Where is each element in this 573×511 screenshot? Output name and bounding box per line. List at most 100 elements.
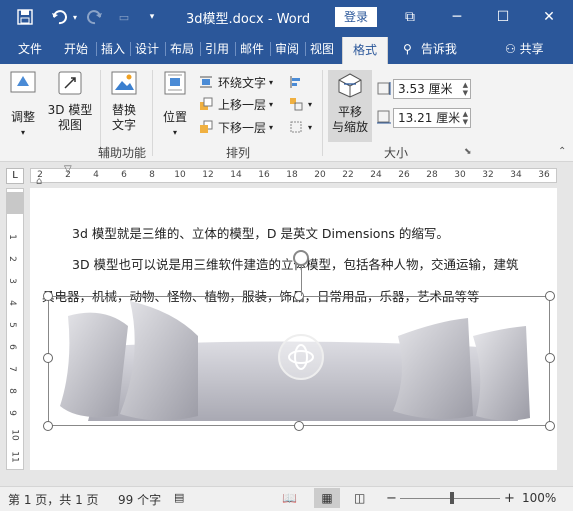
close-button[interactable]: ✕ — [538, 6, 560, 28]
resize-handle[interactable] — [43, 291, 53, 301]
tab-view[interactable]: 视图 — [305, 34, 338, 64]
title-separator: - — [267, 12, 273, 27]
resize-handle[interactable] — [43, 421, 53, 431]
vertical-ruler-number: 6 — [6, 344, 17, 350]
adjust-button[interactable]: 调整 ▾ — [6, 70, 40, 140]
tab-mailings[interactable]: 邮件 — [235, 34, 268, 64]
position-icon — [164, 71, 186, 95]
ruler-number: 22 — [342, 170, 354, 180]
touch-mode-icon[interactable]: ▭ — [114, 7, 134, 27]
zoom-in-button[interactable]: + — [504, 491, 515, 506]
ribbon-display-options-icon[interactable]: ⧉ — [399, 6, 421, 28]
resize-handle[interactable] — [545, 353, 555, 363]
vertical-ruler-number: 8 — [6, 388, 17, 394]
login-button[interactable]: 登录 — [335, 7, 377, 27]
ribbon-format: 调整 ▾ 3D 模型 视图 替换 文字 辅助功能 位置 ▾ 环绕文字 ▾ 上移一… — [0, 64, 573, 162]
wrap-text-label: 环绕文字 — [218, 75, 267, 90]
tab-file[interactable]: 文件 — [8, 34, 52, 64]
read-mode-icon[interactable]: 📖 — [282, 491, 297, 505]
resize-handle[interactable] — [294, 421, 304, 431]
tab-layout[interactable]: 布局 — [165, 34, 198, 64]
resize-handle[interactable] — [43, 353, 53, 363]
paragraph-1[interactable]: 3d 模型就是三维的、立体的模型，D 是英文 Dimensions 的缩写。 — [72, 223, 449, 242]
position-button[interactable]: 位置 ▾ — [158, 70, 192, 140]
undo-icon[interactable] — [48, 7, 70, 27]
chevron-down-icon: ▾ — [269, 122, 274, 132]
customize-quick-access-icon[interactable]: ▾ — [146, 7, 158, 27]
vertical-ruler-number: 9 — [6, 410, 17, 416]
send-backward-label: 下移一层 — [218, 120, 267, 135]
ruler-number: 8 — [149, 170, 155, 180]
restore-button[interactable]: ☐ — [492, 6, 514, 28]
redo-icon[interactable] — [84, 7, 106, 27]
model-view-button[interactable]: 3D 模型 视图 — [46, 70, 94, 133]
align-button[interactable] — [289, 72, 308, 92]
tab-insert[interactable]: 插入 — [96, 34, 129, 64]
ruler-number: 16 — [258, 170, 270, 180]
ruler-top-margin — [7, 192, 23, 214]
pan-zoom-label-2: 与缩放 — [331, 120, 368, 134]
vertical-ruler-number: 10 — [9, 429, 20, 441]
share-button[interactable]: ⚇ 共享 — [505, 34, 544, 64]
wrap-text-button[interactable]: 环绕文字 ▾ — [199, 72, 273, 92]
proofing-icon[interactable]: ▤ — [174, 491, 184, 504]
spinner-arrows-icon[interactable]: ▲ ▼ — [463, 110, 468, 126]
vertical-ruler-number: 1 — [6, 234, 17, 240]
resize-handle[interactable] — [294, 291, 304, 301]
group-objects-icon — [290, 98, 303, 111]
zoom-level[interactable]: 100% — [522, 491, 556, 505]
tab-format[interactable]: 格式 — [342, 37, 388, 64]
tell-me-search[interactable]: ⚲ 告诉我 — [403, 34, 457, 64]
3d-rotate-control-icon[interactable] — [278, 334, 324, 380]
bring-forward-label: 上移一层 — [218, 97, 267, 112]
rotate-icon — [290, 121, 302, 133]
undo-dropdown-icon[interactable]: ▾ — [70, 7, 80, 27]
tab-review[interactable]: 审阅 — [270, 34, 303, 64]
save-icon[interactable] — [14, 7, 36, 27]
vertical-ruler-number: 2 — [6, 256, 17, 262]
word-count[interactable]: 99 个字 — [118, 491, 161, 508]
ruler-number: 6 — [121, 170, 127, 180]
app-name: Word — [276, 12, 311, 27]
ruler-number: 32 — [482, 170, 494, 180]
width-value: 13.21 厘米 — [398, 111, 461, 125]
vertical-ruler-number: 11 — [9, 451, 20, 463]
adjust-icon — [10, 71, 36, 93]
tab-design[interactable]: 设计 — [130, 34, 163, 64]
lightbulb-search-icon: ⚲ — [403, 42, 412, 56]
wrap-text-icon — [200, 76, 212, 88]
web-layout-icon[interactable]: ◫ — [354, 491, 365, 505]
alt-text-button[interactable]: 替换 文字 — [104, 70, 144, 133]
size-dialog-launcher-icon[interactable]: ⬊ — [464, 147, 472, 157]
width-field[interactable]: 13.21 厘米 ▲ ▼ — [393, 108, 471, 128]
height-field[interactable]: 3.53 厘米 ▲ ▼ — [393, 79, 471, 99]
first-line-indent-marker-icon[interactable]: ▽ — [64, 164, 72, 175]
resize-handle[interactable] — [545, 291, 555, 301]
page-count[interactable]: 第 1 页，共 1 页 — [8, 491, 99, 508]
left-indent-marker-icon[interactable]: ⌂ — [36, 176, 42, 187]
group-separator — [322, 70, 323, 156]
print-layout-icon[interactable]: ▦ — [314, 488, 340, 508]
spinner-arrows-icon[interactable]: ▲ ▼ — [463, 81, 468, 97]
pan-zoom-icon — [338, 73, 362, 98]
minimize-button[interactable]: ─ — [446, 6, 468, 28]
tab-references[interactable]: 引用 — [200, 34, 233, 64]
tab-home[interactable]: 开始 — [58, 34, 94, 64]
tab-selector[interactable]: L — [6, 168, 24, 184]
ruler-number: 10 — [174, 170, 186, 180]
zoom-slider-thumb[interactable] — [450, 492, 454, 504]
group-objects-button[interactable]: ▾ — [289, 94, 312, 114]
vertical-ruler[interactable] — [6, 188, 24, 470]
resize-handle[interactable] — [545, 421, 555, 431]
rotate-button[interactable]: ▾ — [289, 117, 312, 137]
chevron-down-icon: ▾ — [269, 99, 274, 109]
person-icon: ⚇ — [505, 42, 516, 56]
zoom-out-button[interactable]: − — [386, 491, 397, 506]
pan-zoom-button[interactable]: 平移 与缩放 — [328, 70, 372, 142]
bring-forward-button[interactable]: 上移一层 ▾ — [199, 94, 273, 114]
send-backward-button[interactable]: 下移一层 ▾ — [199, 117, 273, 137]
collapse-ribbon-icon[interactable]: ⌃ — [558, 146, 566, 157]
bring-forward-icon — [200, 97, 213, 110]
rotate-handle-icon[interactable] — [293, 250, 309, 266]
title-bar: ▾ ▭ ▾ 3d模型.docx - Word 登录 ⧉ ─ ☐ ✕ — [0, 0, 573, 34]
